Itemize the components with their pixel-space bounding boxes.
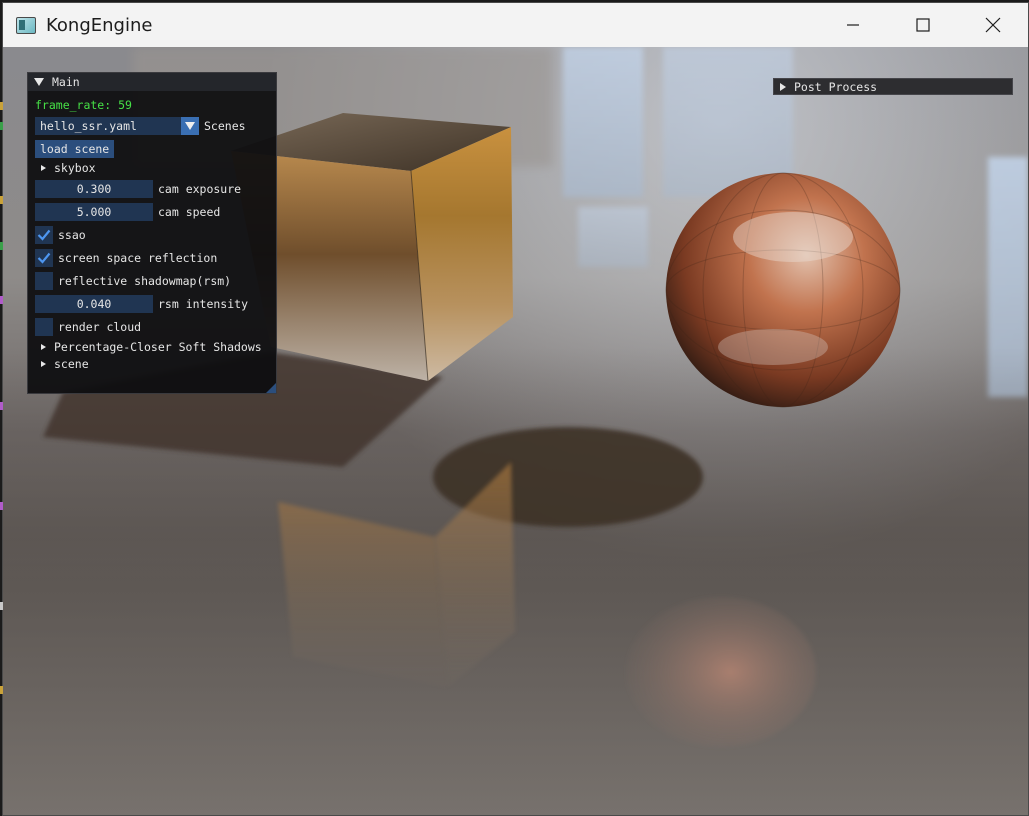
- window-title: KongEngine: [46, 14, 153, 36]
- load-scene-row: load scene: [35, 140, 115, 158]
- post-process-panel[interactable]: Post Process: [773, 78, 1013, 95]
- ssao-label: ssao: [58, 228, 86, 242]
- app-window: KongEngine Main frame_rate: 59 hello_ssr…: [2, 2, 1029, 816]
- scene-combo-label: Scenes: [204, 119, 246, 133]
- main-panel[interactable]: Main frame_rate: 59 hello_ssr.yaml Scene…: [27, 72, 277, 394]
- load-scene-button[interactable]: load scene: [35, 140, 115, 158]
- resize-grip-icon[interactable]: [266, 383, 276, 393]
- rsm-row: reflective shadowmap(rsm): [35, 272, 231, 290]
- rsm-intensity-label: rsm intensity: [158, 297, 249, 311]
- maximize-icon: [916, 18, 930, 32]
- skybox-label: skybox: [54, 161, 96, 175]
- rsm-checkbox[interactable]: [35, 272, 53, 290]
- expand-arrow-icon[interactable]: [780, 82, 786, 91]
- cam-speed-drag[interactable]: 5.000: [35, 203, 153, 221]
- ssao-row: ssao: [35, 226, 86, 244]
- render-cloud-label: render cloud: [58, 320, 142, 334]
- collapse-arrow-icon[interactable]: [34, 78, 44, 86]
- app-window-icon: [16, 16, 36, 34]
- frame-rate-text: frame_rate: 59: [35, 98, 132, 112]
- render-cloud-checkbox[interactable]: [35, 318, 53, 336]
- scene-tree-node[interactable]: scene: [35, 357, 89, 371]
- checkmark-icon: [37, 252, 51, 264]
- rsm-label: reflective shadowmap(rsm): [58, 274, 232, 288]
- main-panel-title: Main: [52, 75, 80, 89]
- chevron-down-icon: [185, 122, 195, 130]
- cam-exposure-label: cam exposure: [158, 182, 242, 196]
- cube-right-face: [411, 127, 513, 381]
- render-cloud-row: render cloud: [35, 318, 141, 336]
- ssao-checkbox[interactable]: [35, 226, 53, 244]
- rsm-intensity-row: 0.040 rsm intensity: [35, 295, 248, 313]
- cam-speed-label: cam speed: [158, 205, 221, 219]
- frame-rate-row: frame_rate: 59: [35, 98, 132, 112]
- cube-reflection: [278, 502, 448, 687]
- scene-label: scene: [54, 357, 89, 371]
- window-controls: [818, 3, 1028, 47]
- minimize-button[interactable]: [818, 3, 888, 47]
- ssr-label: screen space reflection: [58, 251, 218, 265]
- background-app-edge: [0, 46, 3, 816]
- minimize-icon: [847, 24, 859, 26]
- checkmark-icon: [37, 229, 51, 241]
- skybox-tree-node[interactable]: skybox: [35, 161, 96, 175]
- ssr-row: screen space reflection: [35, 249, 217, 267]
- cam-exposure-drag[interactable]: 0.300: [35, 180, 153, 198]
- close-icon: [985, 17, 1001, 33]
- cam-speed-row: 5.000 cam speed: [35, 203, 220, 221]
- post-process-title: Post Process: [794, 79, 878, 94]
- main-panel-header[interactable]: Main: [28, 73, 276, 91]
- scene-combo-value: hello_ssr.yaml: [35, 117, 181, 135]
- pcss-label: Percentage-Closer Soft Shadows: [54, 340, 262, 354]
- cam-exposure-row: 0.300 cam exposure: [35, 180, 241, 198]
- combo-arrow-button[interactable]: [181, 117, 199, 135]
- sphere: [666, 173, 900, 407]
- render-viewport[interactable]: Main frame_rate: 59 hello_ssr.yaml Scene…: [3, 47, 1028, 815]
- maximize-button[interactable]: [888, 3, 958, 47]
- expand-arrow-icon: [41, 344, 46, 350]
- expand-arrow-icon: [41, 165, 46, 171]
- rsm-intensity-drag[interactable]: 0.040: [35, 295, 153, 313]
- pcss-tree-node[interactable]: Percentage-Closer Soft Shadows: [35, 340, 262, 354]
- expand-arrow-icon: [41, 361, 46, 367]
- title-bar[interactable]: KongEngine: [3, 3, 1028, 47]
- scene-combo[interactable]: hello_ssr.yaml: [35, 117, 199, 135]
- ssr-checkbox[interactable]: [35, 249, 53, 267]
- close-button[interactable]: [958, 3, 1028, 47]
- sphere-reflection: [626, 597, 816, 747]
- scene-combo-row: hello_ssr.yaml Scenes: [35, 117, 246, 135]
